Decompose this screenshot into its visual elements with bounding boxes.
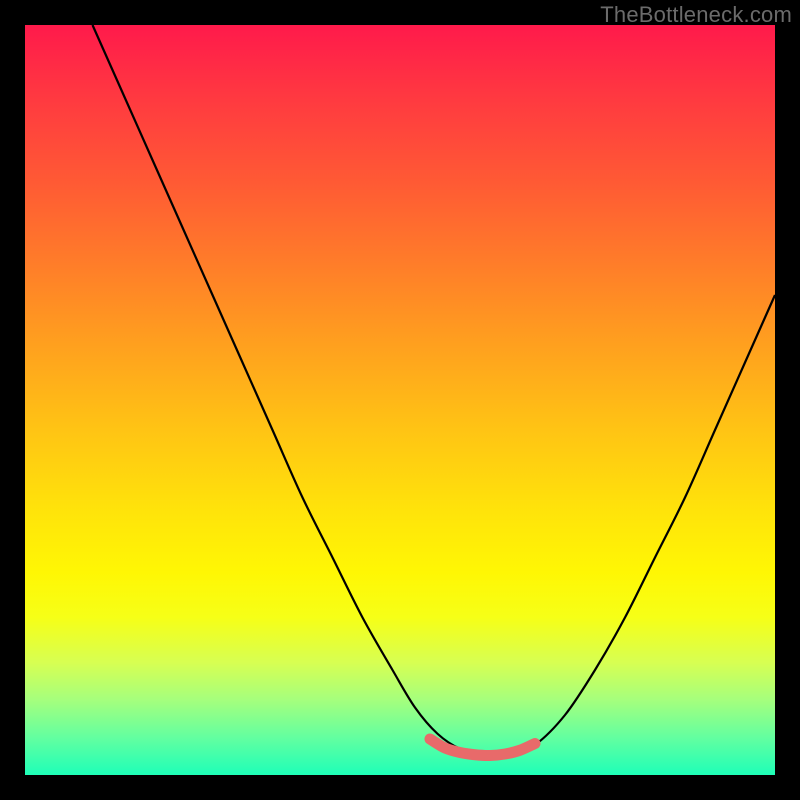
plot-svg xyxy=(25,25,775,775)
bottleneck-curve xyxy=(93,25,776,756)
chart-frame: TheBottleneck.com xyxy=(0,0,800,800)
plot-area xyxy=(25,25,775,775)
attribution-text: TheBottleneck.com xyxy=(600,2,792,28)
